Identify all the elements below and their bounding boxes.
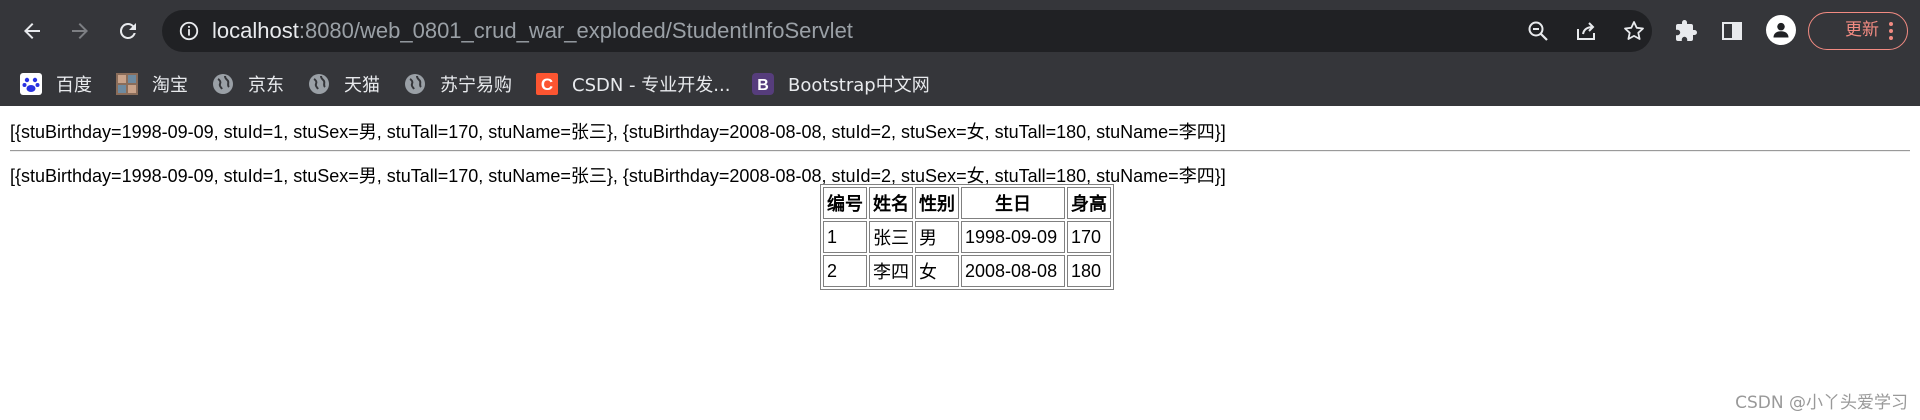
watermark: CSDN @小丫头爱学习 — [1735, 393, 1908, 413]
taobao-icon — [116, 73, 138, 95]
globe-icon — [308, 73, 330, 95]
bookmark-star-icon[interactable] — [1622, 19, 1646, 43]
column-header-name: 姓名 — [869, 187, 913, 219]
bookmark-jd[interactable]: 京东 — [212, 70, 284, 98]
url-host: localhost — [212, 18, 299, 43]
url-text[interactable]: localhost:8080/web_0801_crud_war_explode… — [212, 10, 853, 52]
horizontal-rule — [10, 150, 1910, 152]
cell-birthday: 2008-08-08 — [961, 255, 1065, 287]
update-button[interactable]: 更新 — [1808, 12, 1908, 50]
svg-text:B: B — [757, 77, 769, 94]
table-header-row: 编号 姓名 性别 生日 身高 — [823, 187, 1111, 219]
student-list-text: [{stuBirthday=1998-09-09, stuId=1, stuSe… — [10, 122, 1226, 142]
bookmark-suning[interactable]: 苏宁易购 — [404, 70, 512, 98]
column-header-sex: 性别 — [915, 187, 959, 219]
update-label: 更新 — [1845, 20, 1879, 40]
bookmark-tmall[interactable]: 天猫 — [308, 70, 380, 98]
bookmark-taobao[interactable]: 淘宝 — [116, 70, 188, 98]
svg-text:C: C — [541, 75, 553, 94]
column-header-height: 身高 — [1067, 187, 1111, 219]
reload-button[interactable] — [108, 11, 148, 51]
bookmarks-bar: 百度 淘宝 京东 天猫 苏宁易购 C CSDN - 专业开发... B Boot… — [0, 62, 1920, 106]
table-row: 2 李四 女 2008-08-08 180 — [823, 255, 1111, 287]
column-header-birthday: 生日 — [961, 187, 1065, 219]
baidu-paw-icon — [20, 73, 42, 95]
zoom-icon[interactable] — [1526, 19, 1550, 43]
browser-chrome: localhost:8080/web_0801_crud_war_explode… — [0, 0, 1920, 106]
globe-icon — [212, 73, 234, 95]
profile-avatar[interactable] — [1766, 15, 1796, 45]
cell-name: 张三 — [869, 221, 913, 253]
share-icon[interactable] — [1574, 19, 1598, 43]
cell-name: 李四 — [869, 255, 913, 287]
address-bar[interactable]: localhost:8080/web_0801_crud_war_explode… — [162, 10, 1652, 52]
cell-id: 2 — [823, 255, 867, 287]
bookmark-label: 淘宝 — [152, 75, 188, 96]
forward-arrow-icon — [72, 23, 88, 39]
side-panel-icon[interactable] — [1720, 19, 1744, 43]
more-vert-icon — [1889, 22, 1893, 40]
bookmark-label: 天猫 — [344, 75, 380, 96]
cell-id: 1 — [823, 221, 867, 253]
column-header-id: 编号 — [823, 187, 867, 219]
site-info-icon[interactable] — [178, 20, 200, 42]
bookmark-csdn[interactable]: C CSDN - 专业开发... — [536, 70, 730, 98]
browser-toolbar: localhost:8080/web_0801_crud_war_explode… — [0, 0, 1920, 62]
student-table: 编号 姓名 性别 生日 身高 1 张三 男 1998-09-09 170 2 李… — [820, 184, 1114, 290]
bookmark-label: CSDN - 专业开发... — [572, 75, 731, 96]
bookmark-label: 百度 — [56, 75, 92, 96]
bookmark-label: 苏宁易购 — [440, 75, 512, 96]
cell-height: 170 — [1067, 221, 1111, 253]
bookmark-label: 京东 — [248, 75, 284, 96]
bookmark-label: Bootstrap中文网 — [788, 75, 930, 96]
bookmark-bootstrap[interactable]: B Bootstrap中文网 — [752, 70, 930, 98]
extensions-puzzle-icon[interactable] — [1674, 19, 1698, 43]
cell-sex: 女 — [915, 255, 959, 287]
cell-birthday: 1998-09-09 — [961, 221, 1065, 253]
bookmark-baidu[interactable]: 百度 — [20, 70, 92, 98]
forward-button[interactable] — [60, 11, 100, 51]
back-arrow-icon — [24, 23, 40, 39]
csdn-icon: C — [536, 73, 558, 95]
cell-sex: 男 — [915, 221, 959, 253]
reload-icon — [119, 22, 136, 39]
back-button[interactable] — [12, 11, 52, 51]
table-row: 1 张三 男 1998-09-09 170 — [823, 221, 1111, 253]
bootstrap-icon: B — [752, 73, 774, 95]
globe-icon — [404, 73, 426, 95]
cell-height: 180 — [1067, 255, 1111, 287]
url-path: :8080/web_0801_crud_war_exploded/Student… — [298, 18, 853, 43]
person-icon — [1773, 22, 1789, 38]
